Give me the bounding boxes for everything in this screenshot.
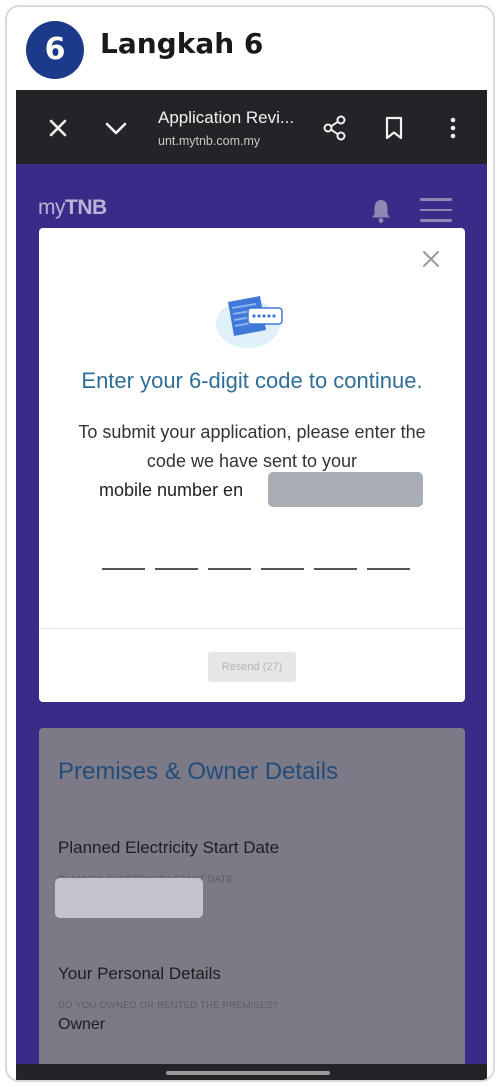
otp-digit-5[interactable] xyxy=(314,568,357,570)
otp-digit-6[interactable] xyxy=(367,568,410,570)
browser-url: unt.mytnb.com.my xyxy=(158,134,261,148)
home-indicator[interactable] xyxy=(166,1071,330,1075)
browser-toolbar: Application Revi... unt.mytnb.com.my xyxy=(16,90,487,164)
step-title: Langkah 6 xyxy=(100,27,264,60)
chevron-down-icon[interactable] xyxy=(100,112,132,144)
owned-rented-value: Owner xyxy=(58,1016,106,1033)
close-icon[interactable] xyxy=(420,248,442,270)
menu-icon[interactable] xyxy=(420,198,452,224)
close-icon[interactable] xyxy=(42,112,74,144)
redacted-start-date xyxy=(55,878,203,918)
card-title: Premises & Owner Details xyxy=(58,758,339,785)
logo-brand: TNB xyxy=(65,196,107,219)
step-number-badge: 6 xyxy=(26,21,84,79)
gesture-nav-bar xyxy=(16,1064,487,1080)
dialog-divider xyxy=(39,628,465,629)
premises-owner-card: Premises & Owner Details Planned Electri… xyxy=(39,728,465,1068)
message-line-1: To submit your application, please enter… xyxy=(78,422,426,442)
resend-button[interactable]: Resend (27) xyxy=(208,652,296,682)
share-icon[interactable] xyxy=(319,112,351,144)
message-line-3: mobile number en xyxy=(99,480,244,500)
otp-input[interactable] xyxy=(102,568,412,572)
personal-details-label: Your Personal Details xyxy=(58,964,221,983)
phone-screenshot: Application Revi... unt.mytnb.com.my myT… xyxy=(16,90,487,1080)
dialog-heading: Enter your 6-digit code to continue. xyxy=(81,368,423,393)
bookmark-icon[interactable] xyxy=(378,112,410,144)
mytnb-logo: myTNB xyxy=(38,196,107,220)
dialog-message: To submit your application, please enter… xyxy=(55,418,449,500)
logo-prefix: my xyxy=(38,196,66,219)
otp-digit-4[interactable] xyxy=(261,568,304,570)
otp-digit-2[interactable] xyxy=(155,568,198,570)
more-vert-icon[interactable] xyxy=(437,112,469,144)
otp-dialog: Enter your 6-digit code to continue. To … xyxy=(39,228,465,702)
otp-digit-1[interactable] xyxy=(102,568,145,570)
otp-digit-3[interactable] xyxy=(208,568,251,570)
sms-code-icon xyxy=(216,296,283,348)
start-date-label: Planned Electricity Start Date xyxy=(58,838,280,857)
owned-rented-caption: DO YOU OWNED OR RENTED THE PREMISES? xyxy=(58,1000,279,1011)
step-card: 6 Langkah 6 Application Revi... unt.mytn… xyxy=(5,5,495,1082)
redacted-phone-number xyxy=(268,472,423,507)
step-header: 6 Langkah 6 xyxy=(7,7,493,89)
bell-icon[interactable] xyxy=(370,198,392,224)
browser-page-title: Application Revi... xyxy=(158,108,295,127)
